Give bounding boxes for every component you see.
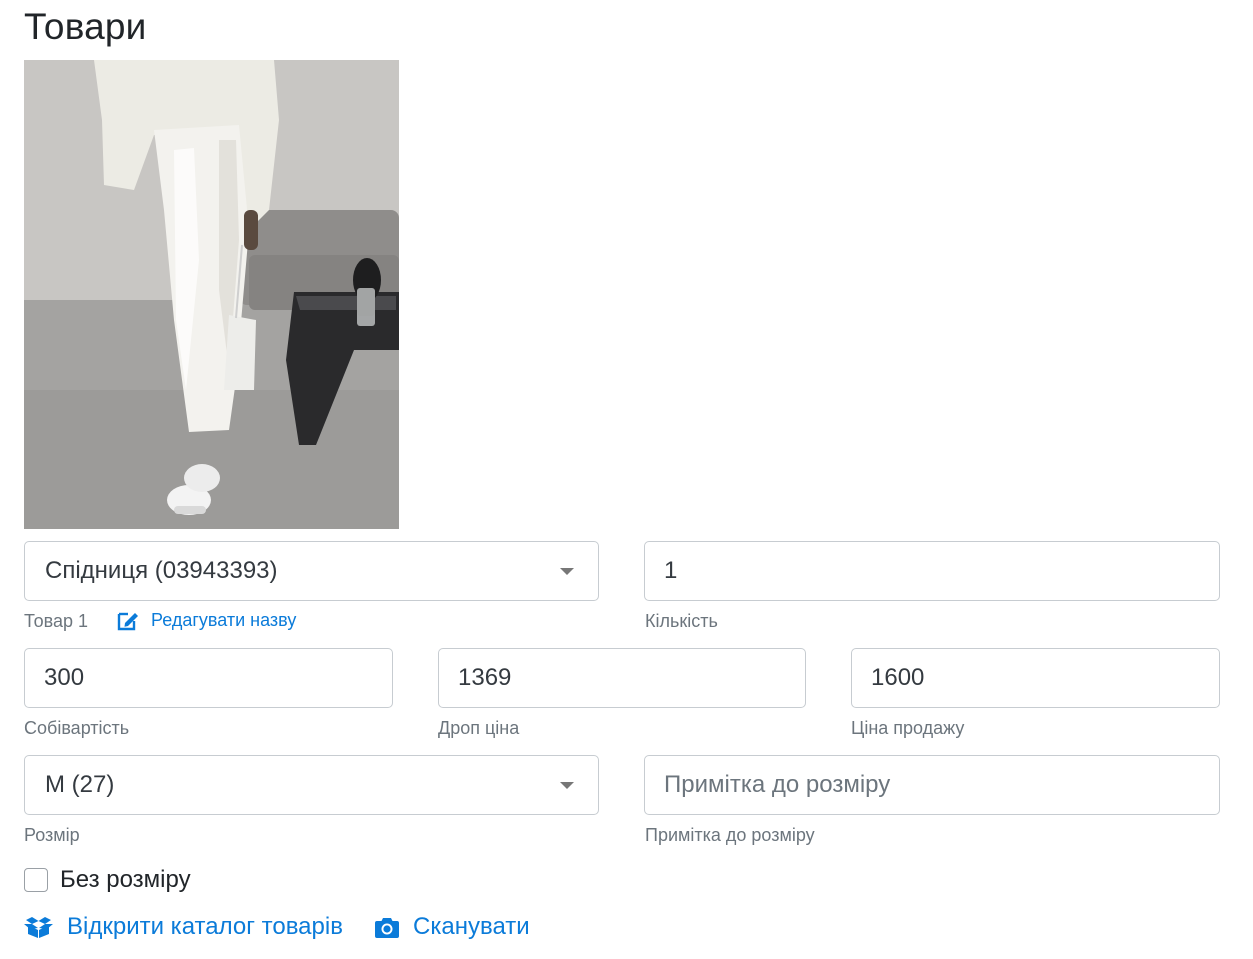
size-label: Розмір	[24, 825, 80, 845]
cost-label: Собівартість	[24, 718, 130, 738]
products-page: Товари Спідниця (03943393) Товар 1 Редаг…	[0, 0, 1253, 959]
page-title: Товари	[24, 6, 147, 47]
no-size-label: Без розміру	[60, 866, 191, 893]
scan-label: Сканувати	[413, 913, 530, 940]
scan-button[interactable]: Сканувати	[375, 913, 530, 941]
chevron-down-icon	[560, 568, 574, 575]
drop-price-input[interactable]	[458, 649, 805, 707]
no-size-option[interactable]: Без розміру	[24, 866, 191, 894]
edit-name-link[interactable]: Редагувати назву	[117, 610, 296, 631]
product-name-select[interactable]: Спідниця (03943393)	[24, 541, 599, 601]
open-catalog-label: Відкрити каталог товарів	[67, 913, 343, 940]
size-note-field[interactable]	[644, 755, 1220, 815]
no-size-checkbox[interactable]	[24, 868, 48, 892]
size-note-label: Примітка до розміру	[645, 825, 815, 845]
product-item-label: Товар 1	[24, 611, 88, 631]
chevron-down-icon	[560, 782, 574, 789]
open-catalog-button[interactable]: Відкрити каталог товарів	[24, 913, 343, 941]
drop-price-field[interactable]	[438, 648, 806, 708]
drop-price-label: Дроп ціна	[438, 718, 520, 738]
product-name-value: Спідниця (03943393)	[45, 557, 278, 584]
quantity-label: Кількість	[645, 611, 718, 631]
box-icon	[24, 917, 53, 938]
sale-price-field[interactable]	[851, 648, 1220, 708]
size-value: M (27)	[45, 771, 115, 798]
size-note-input[interactable]	[664, 756, 1219, 814]
product-image	[24, 60, 399, 529]
camera-icon	[375, 917, 399, 938]
cost-field[interactable]	[24, 648, 393, 708]
size-select[interactable]: M (27)	[24, 755, 599, 815]
cost-input[interactable]	[44, 649, 392, 707]
quantity-input[interactable]	[664, 542, 1219, 600]
sale-price-input[interactable]	[871, 649, 1219, 707]
quantity-field[interactable]	[644, 541, 1220, 601]
sale-price-label: Ціна продажу	[851, 718, 965, 738]
edit-icon	[117, 612, 138, 630]
edit-name-label: Редагувати назву	[151, 610, 297, 630]
